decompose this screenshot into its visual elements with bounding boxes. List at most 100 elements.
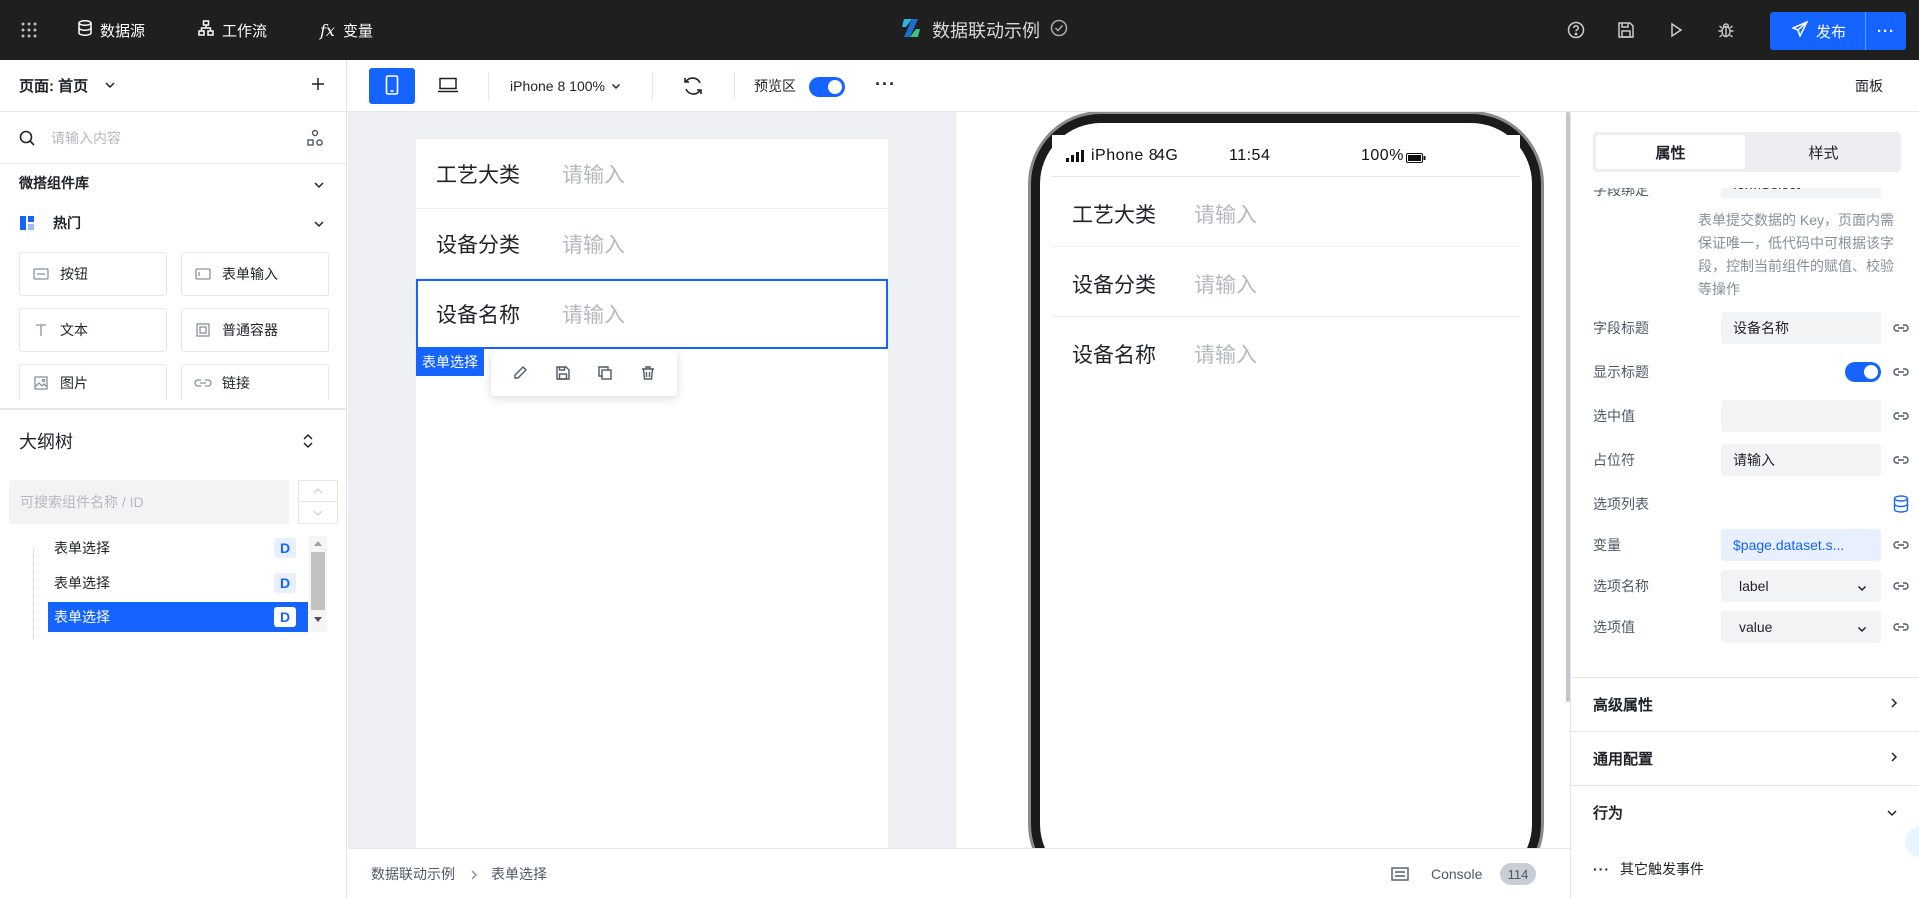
- field-bind-input[interactable]: formSelect: [1721, 188, 1881, 198]
- component-link[interactable]: 链接: [181, 364, 329, 400]
- console-count-badge: 114: [1500, 863, 1536, 885]
- edit-icon[interactable]: [507, 360, 533, 386]
- tree-item-selected[interactable]: 表单选择 D: [48, 602, 308, 632]
- more-icon[interactable]: ···: [875, 74, 896, 95]
- component-label: 表单输入: [222, 266, 278, 282]
- panel-toggle[interactable]: 面板: [1855, 60, 1883, 112]
- up-arrow-icon[interactable]: [299, 481, 337, 502]
- publish-button[interactable]: 发布 ···: [1770, 12, 1906, 50]
- laptop-icon: [437, 77, 459, 96]
- component-text[interactable]: 文本: [19, 308, 167, 352]
- design-form-row[interactable]: 设备分类 请输入: [416, 209, 888, 279]
- phone-form-row[interactable]: 工艺大类 请输入: [1052, 177, 1520, 247]
- section-advanced[interactable]: 高级属性: [1571, 677, 1919, 731]
- show-title-toggle[interactable]: [1845, 362, 1881, 382]
- component-form-input[interactable]: 表单输入: [181, 252, 329, 296]
- publish-more-icon[interactable]: ···: [1866, 23, 1906, 40]
- prop-selected-value-input[interactable]: [1721, 400, 1881, 432]
- chevron-down-icon: [1886, 804, 1898, 821]
- page-selector[interactable]: 页面: 首页: [19, 75, 88, 96]
- tree-item[interactable]: 表单选择 D: [48, 568, 308, 598]
- breadcrumb-current[interactable]: 表单选择: [491, 864, 547, 884]
- console-icon[interactable]: [1391, 867, 1409, 884]
- tree-item-label: 表单选择: [54, 575, 110, 591]
- add-page-icon[interactable]: [310, 76, 326, 95]
- prop-option-value-select[interactable]: value: [1721, 611, 1881, 643]
- tab-style[interactable]: 样式: [1749, 135, 1898, 169]
- button-component-icon: [32, 265, 50, 283]
- link-icon[interactable]: [1891, 617, 1911, 637]
- preview-toggle[interactable]: [809, 77, 845, 97]
- tree-item[interactable]: 表单选择 D: [48, 533, 308, 563]
- workflow-menu[interactable]: 工作流: [198, 0, 267, 60]
- phone-form-row[interactable]: 设备分类 请输入: [1052, 247, 1520, 317]
- app-grid-icon[interactable]: [17, 18, 41, 42]
- selected-component-tag[interactable]: 表单选择: [416, 348, 484, 376]
- section-common-config[interactable]: 通用配置: [1571, 731, 1919, 785]
- link-icon[interactable]: [1891, 576, 1911, 596]
- component-manage-icon[interactable]: [306, 129, 324, 150]
- component-image[interactable]: 图片: [19, 364, 167, 400]
- hot-group-header[interactable]: 热门: [0, 202, 347, 244]
- prop-label: 选项列表: [1593, 496, 1649, 512]
- page-selector-row: 页面: 首页: [0, 60, 347, 112]
- prop-field-title-input[interactable]: 设备名称: [1721, 312, 1881, 344]
- scroll-down-icon[interactable]: [309, 612, 327, 626]
- scroll-thumb[interactable]: [311, 552, 325, 610]
- help-icon[interactable]: [1564, 18, 1588, 42]
- down-arrow-icon[interactable]: [299, 502, 337, 523]
- link-icon[interactable]: [1891, 318, 1911, 338]
- outline-search-input[interactable]: 可搜索组件名称 / ID: [9, 480, 289, 524]
- scroll-up-icon[interactable]: [309, 536, 327, 550]
- debug-icon[interactable]: [1714, 18, 1738, 42]
- section-behavior[interactable]: 行为: [1571, 785, 1919, 839]
- breadcrumb-root[interactable]: 数据联动示例: [371, 864, 455, 884]
- phone-status-bar: iPhone 8 4G 11:54 100%: [1052, 135, 1520, 177]
- panel-tabs: 属性 样式: [1593, 132, 1901, 172]
- copy-icon[interactable]: [592, 360, 618, 386]
- database-icon[interactable]: [1891, 494, 1911, 514]
- device-selector[interactable]: iPhone 8 100%: [510, 60, 621, 112]
- refresh-icon[interactable]: [682, 75, 704, 100]
- field-placeholder: 请输入: [562, 303, 625, 327]
- run-icon[interactable]: [1664, 18, 1688, 42]
- other-events-item[interactable]: ··· 其它触发事件: [1593, 857, 1704, 881]
- component-search-input[interactable]: 请输入内容: [51, 128, 121, 148]
- component-button[interactable]: 按钮: [19, 252, 167, 296]
- design-form-row[interactable]: 工艺大类 请输入: [416, 139, 888, 209]
- field-label: 工艺大类: [1072, 204, 1156, 227]
- toggle-knob: [1864, 365, 1878, 379]
- prop-selected-value: 选中值: [1593, 400, 1913, 432]
- phone-form-row[interactable]: 设备名称 请输入: [1052, 317, 1520, 387]
- field-bind-help: 表单提交数据的 Key，页面内需保证唯一，低代码中可根据该字段，控制当前组件的赋…: [1698, 212, 1895, 297]
- save-icon[interactable]: [1614, 18, 1638, 42]
- library-header[interactable]: 微搭组件库: [0, 164, 347, 202]
- variables-menu[interactable]: fx 变量: [320, 0, 373, 60]
- desktop-view-button[interactable]: [425, 68, 471, 104]
- input-component-icon: [194, 265, 212, 283]
- function-icon: fx: [320, 20, 335, 40]
- component-container[interactable]: 普通容器: [181, 308, 329, 352]
- design-form-row-selected[interactable]: 设备名称 请输入: [416, 279, 888, 349]
- phone-frame: iPhone 8 4G 11:54 100% 工艺大类 请输入 设备分类 请输入…: [1031, 114, 1541, 848]
- link-icon[interactable]: [1891, 535, 1911, 555]
- chevron-right-icon: [1890, 696, 1898, 713]
- save-icon[interactable]: [550, 360, 576, 386]
- prop-variable-input[interactable]: $page.dataset.s...: [1721, 529, 1881, 561]
- expand-collapse-icon[interactable]: [301, 432, 315, 453]
- mobile-view-button[interactable]: [369, 68, 415, 104]
- tree-scrollbar[interactable]: [309, 536, 327, 632]
- link-icon[interactable]: [1891, 362, 1911, 382]
- more-icon: ···: [1593, 861, 1610, 877]
- link-icon[interactable]: [1891, 450, 1911, 470]
- datasource-menu[interactable]: 数据源: [78, 0, 145, 60]
- chevron-down-icon: [611, 78, 621, 94]
- delete-icon[interactable]: [635, 360, 661, 386]
- link-icon[interactable]: [1891, 406, 1911, 426]
- console-label[interactable]: Console: [1431, 866, 1482, 882]
- carrier-text: iPhone 8: [1091, 146, 1159, 164]
- tab-properties[interactable]: 属性: [1596, 135, 1745, 169]
- chevron-down-icon[interactable]: [104, 78, 116, 94]
- prop-option-name-select[interactable]: label: [1721, 570, 1881, 602]
- prop-placeholder-input[interactable]: 请输入: [1721, 444, 1881, 476]
